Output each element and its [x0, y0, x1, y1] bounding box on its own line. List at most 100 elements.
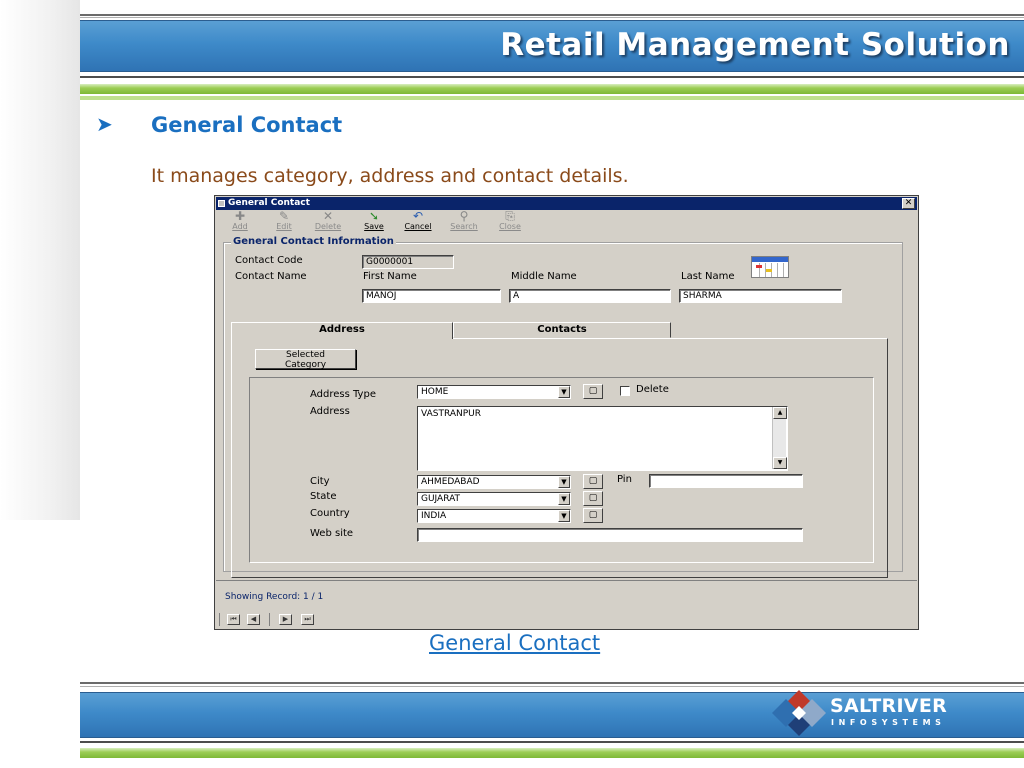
saltriver-logo: SALTRIVER INFOSYSTEMS [768, 688, 978, 738]
search-icon: ⚲ [459, 209, 469, 223]
logo-subtitle: INFOSYSTEMS [831, 718, 946, 727]
city-doc-button[interactable]: ▢ [583, 474, 603, 489]
logo-name: SALTRIVER [830, 695, 948, 717]
website-label: Web site [310, 528, 354, 539]
toolbar-save-label: Save [364, 222, 384, 231]
website-field[interactable] [417, 528, 803, 542]
group-title: General Contact Information [231, 236, 396, 247]
close-icon: ⎘ [505, 209, 515, 223]
window-system-icon [218, 200, 225, 207]
middle-name-label: Middle Name [511, 271, 577, 282]
nav-next-button[interactable]: ▶ [279, 614, 292, 625]
selected-category-line1: Selected [285, 350, 325, 360]
add-icon: ✚ [234, 209, 246, 223]
state-value: GUJARAT [421, 494, 461, 504]
state-select[interactable]: GUJARAT ▼ [417, 492, 571, 506]
delete-checkbox-label: Delete [636, 384, 669, 395]
header-title: Retail Management Solution [500, 27, 1010, 63]
toolbar-cancel-label: Cancel [404, 222, 432, 231]
toolbar-delete-button[interactable]: ✕ Delete [313, 210, 343, 234]
toolbar-close-label: Close [499, 222, 521, 231]
address-textarea[interactable]: VASTRANPUR [417, 406, 788, 471]
pin-label: Pin [617, 474, 632, 485]
toolbar-add-label: Add [232, 222, 248, 231]
footer-top-line [80, 682, 1024, 684]
status-divider [216, 580, 917, 581]
footer-top-line-2 [80, 686, 1024, 687]
nav-first-button[interactable]: ⏮ [227, 614, 240, 625]
nav-separator [269, 613, 270, 626]
chevron-down-icon[interactable]: ▼ [558, 493, 570, 505]
window-close-button[interactable]: ✕ [902, 198, 915, 209]
scroll-up-icon[interactable]: ▲ [773, 407, 787, 419]
header-bottom-line [80, 76, 1024, 78]
save-icon: ➘ [368, 209, 380, 223]
country-label: Country [310, 508, 350, 519]
record-status: Showing Record: 1 / 1 [225, 592, 324, 602]
middle-name-field[interactable]: A [509, 289, 671, 303]
slide-heading: General Contact [151, 113, 343, 137]
contact-code-label: Contact Code [235, 255, 303, 266]
country-value: INDIA [421, 511, 447, 521]
logo-emblem-icon [772, 690, 826, 736]
toolbar-search-button[interactable]: ⚲ Search [449, 210, 479, 234]
delete-checkbox[interactable] [620, 386, 630, 396]
header-top-line-2 [80, 17, 1024, 18]
chevron-down-icon[interactable]: ▼ [558, 476, 570, 488]
contact-name-label: Contact Name [235, 271, 307, 282]
bullet-arrow-icon: ➤ [96, 112, 113, 136]
toolbar-edit-button[interactable]: ✎ Edit [269, 210, 299, 234]
nav-separator [219, 613, 220, 626]
toolbar-delete-label: Delete [314, 222, 342, 231]
left-shadow [0, 0, 80, 520]
toolbar-add-button[interactable]: ✚ Add [225, 210, 255, 234]
address-type-doc-button[interactable]: ▢ [583, 384, 603, 399]
contact-code-field[interactable]: G0000001 [362, 255, 454, 269]
selected-category-line2: Category [284, 360, 327, 370]
tab-address[interactable]: Address [231, 322, 453, 339]
first-name-field[interactable]: MANOJ [362, 289, 501, 303]
city-select[interactable]: AHMEDABAD ▼ [417, 475, 571, 489]
slide-page: Retail Management Solution ➤ General Con… [0, 0, 1024, 768]
header-band: Retail Management Solution [80, 20, 1024, 72]
slide-caption-link[interactable]: General Contact [429, 631, 600, 655]
toolbar-close-button[interactable]: ⎘ Close [495, 210, 525, 234]
toolbar-edit-label: Edit [276, 222, 292, 231]
footer-green-band [80, 748, 1024, 758]
address-type-label: Address Type [310, 389, 376, 400]
tab-contacts[interactable]: Contacts [453, 322, 671, 338]
address-label: Address [310, 406, 350, 417]
country-doc-button[interactable]: ▢ [583, 508, 603, 523]
general-contact-window: General Contact ✕ ✚ Add ✎ Edit ✕ Delete … [214, 195, 919, 630]
toolbar-search-label: Search [450, 222, 478, 231]
city-value: AHMEDABAD [421, 477, 480, 487]
chevron-down-icon[interactable]: ▼ [558, 510, 570, 522]
last-name-label: Last Name [681, 271, 735, 282]
nav-prev-button[interactable]: ◀ [247, 614, 260, 625]
calendar-icon[interactable] [751, 256, 789, 278]
address-type-value: HOME [421, 387, 449, 397]
cancel-icon: ↶ [412, 209, 424, 223]
state-label: State [310, 491, 337, 502]
nav-last-button[interactable]: ⏭ [301, 614, 314, 625]
state-doc-button[interactable]: ▢ [583, 491, 603, 506]
delete-icon: ✕ [322, 209, 334, 223]
window-titlebar: General Contact ✕ [216, 197, 917, 210]
last-name-field[interactable]: SHARMA [679, 289, 842, 303]
address-type-select[interactable]: HOME ▼ [417, 385, 571, 399]
pin-field[interactable] [649, 474, 803, 488]
address-scrollbar[interactable]: ▲ ▼ [772, 407, 787, 469]
toolbar-cancel-button[interactable]: ↶ Cancel [403, 210, 433, 234]
header-green-line [80, 96, 1024, 100]
footer-bottom-line [80, 741, 1024, 743]
toolbar-save-button[interactable]: ➘ Save [359, 210, 389, 234]
header-top-line [80, 14, 1024, 16]
edit-icon: ✎ [278, 209, 290, 223]
scroll-down-icon[interactable]: ▼ [773, 457, 787, 469]
city-label: City [310, 476, 330, 487]
header-green-band [80, 84, 1024, 94]
country-select[interactable]: INDIA ▼ [417, 509, 571, 523]
chevron-down-icon[interactable]: ▼ [558, 386, 570, 398]
first-name-label: First Name [363, 271, 417, 282]
selected-category-button[interactable]: Selected Category [255, 349, 356, 370]
